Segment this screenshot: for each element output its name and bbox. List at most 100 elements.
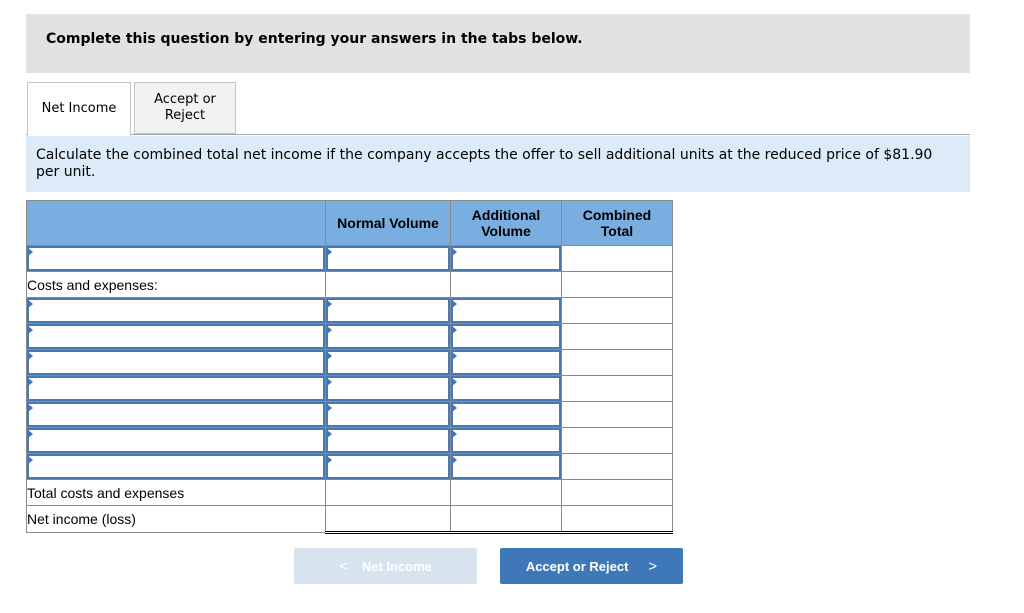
additional-volume-cell[interactable] bbox=[450, 505, 562, 534]
table-row bbox=[26, 427, 673, 454]
table-row bbox=[26, 323, 673, 350]
normal-volume-cell[interactable] bbox=[325, 505, 451, 534]
next-tab-button[interactable]: Accept or Reject > bbox=[500, 548, 683, 584]
additional-volume-input[interactable] bbox=[451, 324, 561, 349]
additional-volume-input[interactable] bbox=[451, 428, 561, 453]
normal-volume-input[interactable] bbox=[326, 376, 450, 401]
column-header-normal-volume: Normal Volume bbox=[325, 200, 451, 246]
normal-volume-cell[interactable] bbox=[325, 479, 451, 506]
combined-total-cell[interactable] bbox=[561, 505, 673, 534]
normal-volume-cell bbox=[325, 349, 451, 376]
next-tab-label: Accept or Reject bbox=[525, 558, 629, 574]
tab-net-income-label: Net Income bbox=[41, 101, 117, 116]
tab-net-income[interactable]: Net Income bbox=[27, 82, 131, 136]
additional-volume-cell bbox=[450, 323, 562, 350]
additional-volume-input[interactable] bbox=[451, 246, 561, 271]
row-label-dropdown[interactable] bbox=[27, 298, 325, 323]
row-label-cell bbox=[26, 297, 326, 324]
table-row bbox=[26, 297, 673, 324]
additional-volume-cell bbox=[450, 297, 562, 324]
additional-volume-cell bbox=[450, 375, 562, 402]
normal-volume-input[interactable] bbox=[326, 428, 450, 453]
additional-volume-cell bbox=[450, 349, 562, 376]
row-label-cell bbox=[26, 245, 326, 272]
additional-volume-input[interactable] bbox=[451, 350, 561, 375]
row-label-dropdown[interactable] bbox=[27, 428, 325, 453]
column-header-label bbox=[26, 200, 326, 246]
row-label-dropdown[interactable] bbox=[27, 246, 325, 271]
row-label-dropdown[interactable] bbox=[27, 350, 325, 375]
table-row: Costs and expenses: bbox=[26, 271, 673, 298]
additional-volume-input[interactable] bbox=[451, 402, 561, 427]
instruction-box: Calculate the combined total net income … bbox=[26, 136, 970, 192]
normal-volume-input[interactable] bbox=[326, 246, 450, 271]
normal-volume-cell bbox=[325, 297, 451, 324]
tab-divider bbox=[26, 134, 970, 135]
normal-volume-cell bbox=[325, 271, 451, 298]
normal-volume-cell bbox=[325, 323, 451, 350]
combined-total-cell bbox=[561, 271, 673, 298]
combined-total-cell[interactable] bbox=[561, 375, 673, 402]
tab-label-line2: Reject bbox=[164, 108, 206, 123]
row-label: Total costs and expenses bbox=[26, 479, 326, 506]
question-header-title: Complete this question by entering your … bbox=[46, 31, 583, 47]
normal-volume-input[interactable] bbox=[326, 454, 450, 479]
combined-total-cell[interactable] bbox=[561, 401, 673, 428]
table-body: Costs and expenses: Total costs and expen… bbox=[26, 245, 673, 534]
column-header-additional-volume: Additional Volume bbox=[450, 200, 562, 246]
row-label-cell bbox=[26, 375, 326, 402]
row-label-dropdown[interactable] bbox=[27, 324, 325, 349]
chevron-left-icon: < bbox=[339, 557, 348, 575]
tab-accept-or-reject[interactable]: Accept or Reject bbox=[134, 82, 236, 134]
header-text: Normal Volume bbox=[337, 215, 439, 231]
table-row bbox=[26, 349, 673, 376]
row-label: Net income (loss) bbox=[26, 505, 326, 533]
normal-volume-cell bbox=[325, 245, 451, 272]
normal-volume-input[interactable] bbox=[326, 402, 450, 427]
additional-volume-cell bbox=[450, 245, 562, 272]
previous-tab-label: Net Income bbox=[361, 558, 432, 574]
column-header-combined-total: Combined Total bbox=[561, 200, 673, 246]
combined-total-cell[interactable] bbox=[561, 427, 673, 454]
normal-volume-cell bbox=[325, 401, 451, 428]
row-label-dropdown[interactable] bbox=[27, 402, 325, 427]
table-row: Total costs and expenses bbox=[26, 479, 673, 506]
previous-tab-button[interactable]: < Net Income bbox=[294, 548, 477, 584]
normal-volume-cell bbox=[325, 375, 451, 402]
additional-volume-input[interactable] bbox=[451, 454, 561, 479]
additional-volume-input[interactable] bbox=[451, 298, 561, 323]
combined-total-cell[interactable] bbox=[561, 323, 673, 350]
row-label-cell bbox=[26, 323, 326, 350]
tab-label-line1: Accept or bbox=[154, 92, 216, 107]
additional-volume-cell bbox=[450, 271, 562, 298]
header-text: Combined bbox=[582, 207, 652, 223]
table-row: Net income (loss) bbox=[26, 505, 673, 534]
additional-volume-cell bbox=[450, 401, 562, 428]
combined-total-cell[interactable] bbox=[561, 245, 673, 272]
additional-volume-cell bbox=[450, 427, 562, 454]
normal-volume-input[interactable] bbox=[326, 324, 450, 349]
row-label-cell bbox=[26, 453, 326, 480]
chevron-right-icon: > bbox=[648, 557, 658, 575]
combined-total-cell[interactable] bbox=[561, 479, 673, 506]
table-row bbox=[26, 375, 673, 402]
row-label-dropdown[interactable] bbox=[27, 454, 325, 479]
header-text: Volume bbox=[481, 223, 531, 239]
tab-accept-or-reject-label: Accept or Reject bbox=[154, 92, 216, 124]
combined-total-cell[interactable] bbox=[561, 349, 673, 376]
row-label-cell bbox=[26, 427, 326, 454]
tab-bar: Net Income Accept or Reject bbox=[26, 82, 970, 136]
additional-volume-input[interactable] bbox=[451, 376, 561, 401]
additional-volume-cell[interactable] bbox=[450, 479, 562, 506]
combined-total-cell[interactable] bbox=[561, 453, 673, 480]
table-row bbox=[26, 453, 673, 480]
row-label: Costs and expenses: bbox=[26, 271, 326, 298]
normal-volume-input[interactable] bbox=[326, 350, 450, 375]
row-label-dropdown[interactable] bbox=[27, 376, 325, 401]
combined-total-cell[interactable] bbox=[561, 297, 673, 324]
normal-volume-input[interactable] bbox=[326, 298, 450, 323]
additional-volume-cell bbox=[450, 453, 562, 480]
normal-volume-cell bbox=[325, 427, 451, 454]
header-text: Additional bbox=[471, 207, 541, 223]
instruction-text: Calculate the combined total net income … bbox=[36, 147, 933, 180]
